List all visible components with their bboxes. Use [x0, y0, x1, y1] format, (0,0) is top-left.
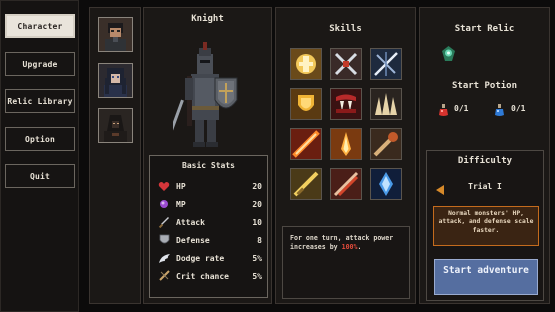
blue-potion-icon[interactable] — [494, 102, 505, 121]
menu-quit-button[interactable]: Quit — [5, 164, 75, 188]
shield-icon — [156, 233, 172, 247]
skill-holy-light[interactable] — [290, 48, 322, 80]
portrait-mage[interactable] — [98, 63, 133, 98]
red-potion-count: 0/1 — [454, 104, 469, 113]
skill-ice-shard[interactable] — [370, 168, 402, 200]
stat-label: Dodge rate — [176, 253, 225, 263]
stat-row-dodge: Dodge rate 5% — [156, 249, 262, 267]
stat-value: 8 — [257, 235, 262, 245]
stat-row-defense: Defense 8 — [156, 231, 262, 249]
stat-label: Crit chance — [176, 271, 229, 281]
menu-upgrade-button[interactable]: Upgrade — [5, 52, 75, 76]
stat-row-hp: HP 20 — [156, 177, 262, 195]
knight-sprite — [173, 42, 238, 147]
crit-icon — [156, 269, 172, 283]
red-potion-icon[interactable] — [438, 102, 449, 121]
skill-description-box: For one turn, attack power increases by … — [282, 226, 410, 299]
skill-description-end: . — [357, 243, 362, 251]
skill-description: For one turn, attack power increases by … — [290, 234, 406, 252]
heart-icon — [156, 179, 172, 193]
stat-value: 5% — [252, 271, 262, 281]
difficulty-description: Normal monsters' HP, attack, and defense… — [433, 206, 539, 246]
stat-label: MP — [176, 199, 186, 209]
wing-icon — [156, 251, 172, 265]
character-name: Knight — [191, 14, 224, 24]
stat-row-crit: Crit chance 5% — [156, 267, 262, 285]
start-potion-title: Start Potion — [451, 81, 518, 91]
character-portrait-list — [89, 7, 141, 304]
menu-character-button[interactable]: Character — [5, 14, 75, 38]
blue-potion-count: 0/1 — [511, 104, 526, 113]
stat-value: 5% — [252, 253, 262, 263]
start-relic-title: Start Relic — [454, 24, 515, 34]
start-adventure-button[interactable]: Start adventure — [434, 259, 538, 295]
portrait-knight[interactable] — [98, 17, 133, 52]
main-menu: Character Upgrade Relic Library Option Q… — [0, 0, 79, 312]
skill-golden-blade[interactable] — [290, 168, 322, 200]
skill-golden-guard[interactable] — [290, 88, 322, 120]
skill-power-strike[interactable] — [370, 128, 402, 160]
skill-cross-slash[interactable] — [330, 48, 362, 80]
portrait-rogue[interactable] — [98, 108, 133, 143]
mana-orb-icon — [156, 197, 172, 211]
difficulty-title: Difficulty — [457, 156, 513, 166]
skill-flaming-sword[interactable] — [290, 128, 322, 160]
skill-spike-burst[interactable] — [370, 88, 402, 120]
stat-label: Defense — [176, 235, 210, 245]
skills-title: Skills — [329, 24, 362, 34]
start-options-panel: Start Relic Start Potion 0/1 0/1 Difficu… — [419, 7, 550, 304]
menu-relic-library-button[interactable]: Relic Library — [5, 89, 75, 113]
skills-panel: Skills For one turn, attack power increa… — [275, 7, 416, 304]
basic-stats-box: Basic Stats HP 20 MP 20 Attack 10 Defens… — [149, 155, 268, 298]
skill-description-highlight: 100% — [341, 243, 358, 251]
sword-icon — [156, 215, 172, 229]
relic-amulet-icon[interactable] — [440, 45, 457, 67]
skill-vampire-fang[interactable] — [330, 88, 362, 120]
stats-title: Basic Stats — [182, 161, 235, 170]
stat-value: 20 — [252, 199, 262, 209]
character-panel: Knight Basic Stats HP 20 MP 20 Attack 10… — [143, 7, 272, 304]
difficulty-box: Difficulty Trial I Normal monsters' HP, … — [426, 150, 544, 301]
stat-row-attack: Attack 10 — [156, 213, 262, 231]
skill-blood-edge[interactable] — [330, 168, 362, 200]
stat-label: HP — [176, 181, 186, 191]
skill-blade-storm[interactable] — [370, 48, 402, 80]
stat-value: 20 — [252, 181, 262, 191]
skill-fire-blade[interactable] — [330, 128, 362, 160]
stat-value: 10 — [252, 217, 262, 227]
difficulty-level: Trial I — [468, 182, 502, 191]
stat-label: Attack — [176, 217, 205, 227]
stat-row-mp: MP 20 — [156, 195, 262, 213]
menu-option-button[interactable]: Option — [5, 127, 75, 151]
